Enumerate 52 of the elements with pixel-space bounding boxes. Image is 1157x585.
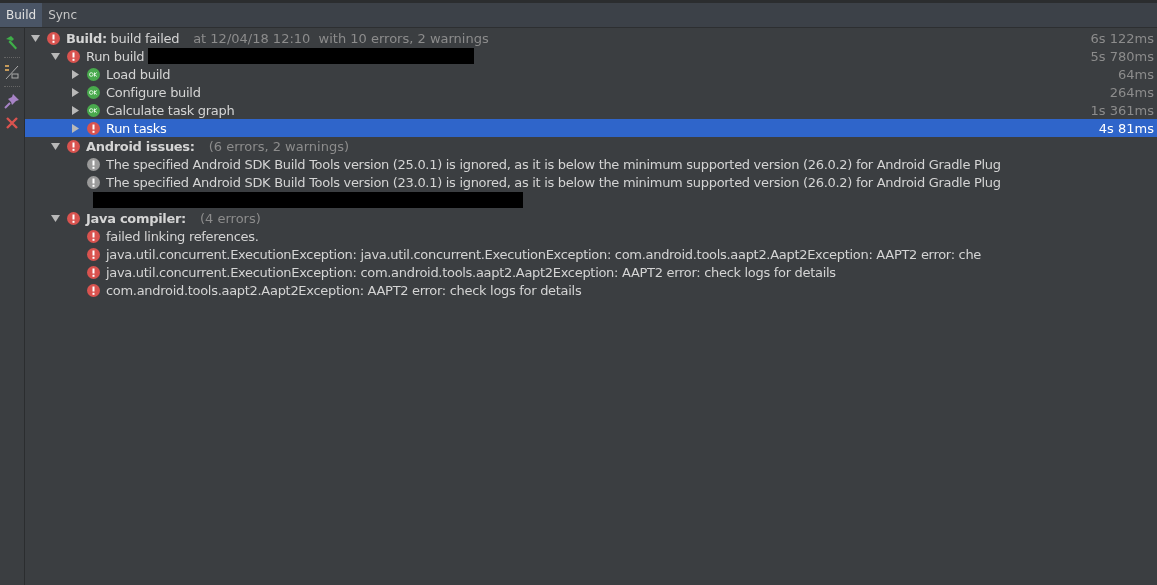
summary-text: (6 errors, 2 warnings) [208,138,349,154]
hammer-icon[interactable] [4,35,20,51]
expander-icon[interactable] [31,33,40,43]
error-icon [87,247,100,261]
error-icon [87,283,100,297]
error-icon [87,265,100,279]
warning-icon [87,175,100,189]
tree-label: Android issues: [86,138,195,154]
tree-label: java.util.concurrent.ExecutionException: com.android.tools.aapt2.Aapt2Exception: AAPT2 error: check logs for details [106,264,836,280]
expander-icon[interactable] [71,87,80,97]
expander-icon[interactable] [71,123,80,133]
tree-label: The specified Android SDK Build Tools version (23.0.1) is ignored, as it is below the minimum supported version (26.0.2) for Android Gradle Plug [106,174,1001,190]
success-icon [87,67,100,81]
summary-text: (4 errors) [200,210,261,226]
tree-label: Build: build failed [66,30,180,46]
warning-icon [87,157,100,171]
error-icon [87,229,100,243]
expander-icon[interactable] [51,51,60,61]
success-icon [87,103,100,117]
pin-icon[interactable] [4,93,20,109]
duration-text: 6s 122ms [1090,30,1155,46]
duration-text: 5s 780ms [1090,48,1155,64]
tree-label: com.android.tools.aapt2.Aapt2Exception: AAPT2 error: check logs for details [106,282,582,298]
tree-label: Run build [86,48,145,64]
expander-icon[interactable] [71,105,80,115]
duration-text: 1s 361ms [1090,102,1155,118]
error-icon [67,139,80,153]
expander-icon[interactable] [71,69,80,79]
summary-text: at 12/04/18 12:10 with 10 errors, 2 warnings [193,30,489,46]
error-icon [67,211,80,225]
tree-label: The specified Android SDK Build Tools version (25.0.1) is ignored, as it is below the minimum supported version (26.0.2) for Android Gradle Plug [106,156,1001,172]
tree-label: Run tasks [106,120,167,136]
close-icon[interactable] [4,115,20,131]
tree-label: Java compiler: [86,210,186,226]
error-icon [87,121,100,135]
tree-label: Calculate task graph [106,102,235,118]
tree-label: Configure build [106,84,201,100]
success-icon [87,85,100,99]
tree-label: failed linking references. [106,228,259,244]
duration-text: 64ms [1118,66,1155,82]
tab[interactable]: Sync [42,3,84,27]
error-icon [47,31,60,45]
sort-icon[interactable] [4,64,20,80]
tab[interactable]: Build [0,3,43,27]
expander-icon[interactable] [51,213,60,223]
expander-icon[interactable] [51,141,60,151]
selected-row[interactable]: Run tasks 4s 81ms [25,119,1157,137]
duration-text: 4s 81ms [1098,120,1155,136]
tree-label: Load build [106,66,171,82]
duration-text: 264ms [1109,84,1155,100]
tree-label: java.util.concurrent.ExecutionException: java.util.concurrent.ExecutionException: com.android.tools.aapt2.Aapt2Exception: AAPT2 error: che [106,246,982,262]
error-icon [67,49,80,63]
